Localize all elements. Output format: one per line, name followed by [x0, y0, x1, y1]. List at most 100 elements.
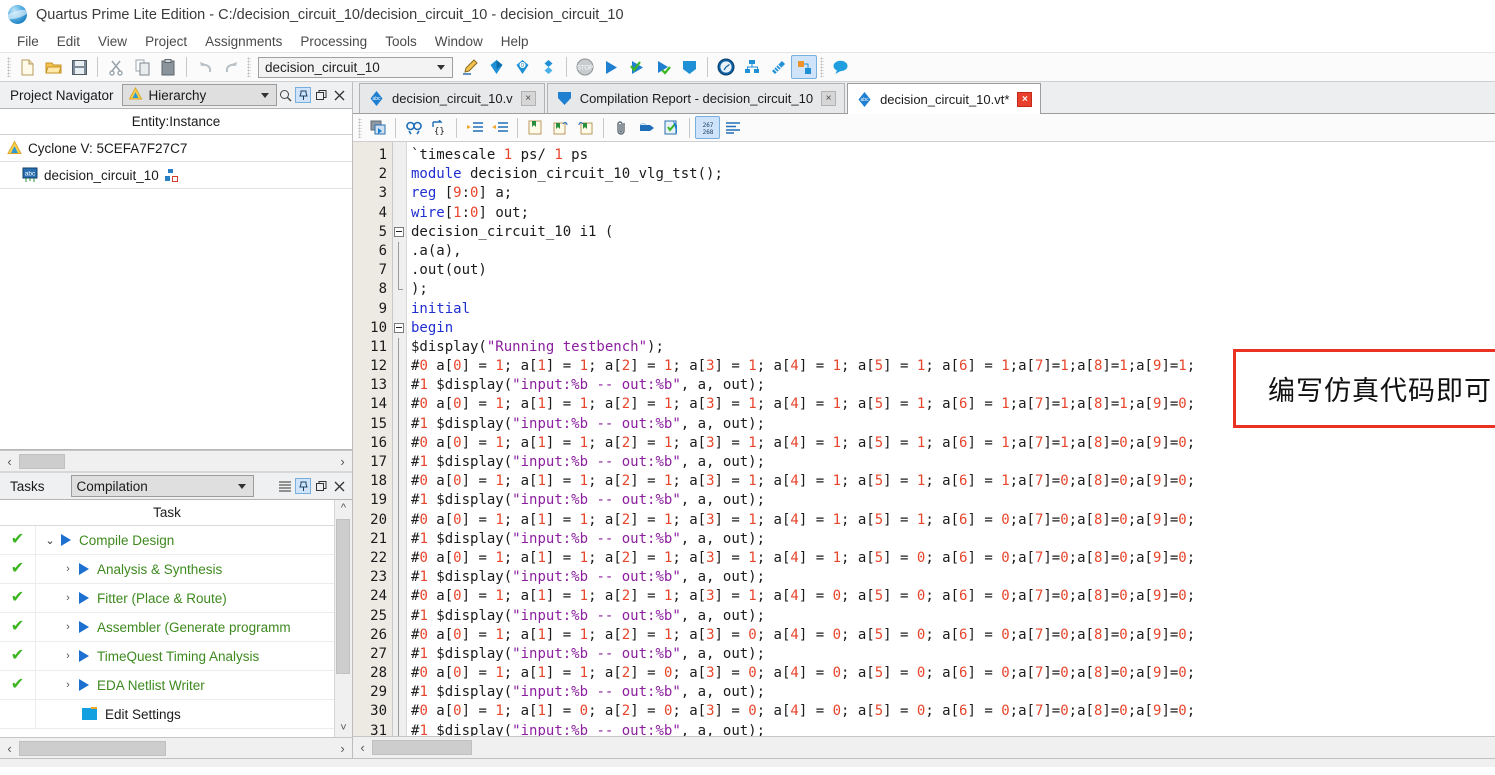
menu-item-tools[interactable]: Tools	[376, 32, 426, 51]
scroll-right-icon[interactable]: ›	[333, 454, 352, 469]
run-task-icon[interactable]	[79, 650, 89, 662]
run-task-icon[interactable]	[61, 534, 71, 546]
menu-item-window[interactable]: Window	[426, 32, 492, 51]
hierarchy-row-entity[interactable]: abc decision_circuit_10	[0, 162, 352, 189]
word-wrap-icon[interactable]	[720, 116, 745, 139]
help-bubble-icon[interactable]	[827, 55, 853, 79]
open-folder-icon[interactable]	[40, 55, 66, 79]
run-task-icon[interactable]	[79, 592, 89, 604]
task-row[interactable]: ✔ › Fitter (Place & Route)	[0, 584, 334, 613]
save-icon[interactable]	[66, 55, 92, 79]
scroll-right-icon[interactable]: ›	[333, 741, 352, 756]
find-icon[interactable]	[401, 116, 426, 139]
paste-icon[interactable]	[155, 55, 181, 79]
menu-item-assignments[interactable]: Assignments	[196, 32, 291, 51]
task-row[interactable]: ✔ › TimeQuest Timing Analysis	[0, 642, 334, 671]
chevron-right-icon[interactable]: ›	[60, 621, 76, 633]
list-icon[interactable]	[277, 478, 293, 494]
bookmark-next-icon[interactable]	[548, 116, 573, 139]
code-text-area[interactable]: `timescale 1 ps/ 1 ps module decision_ci…	[407, 142, 1495, 736]
fold-marker[interactable]	[393, 223, 406, 242]
hierarchy-view-combo[interactable]: Hierarchy	[121, 84, 277, 106]
project-revision-combo[interactable]: decision_circuit_10	[258, 56, 453, 78]
chevron-right-icon[interactable]: ›	[60, 679, 76, 691]
goto-brace-icon[interactable]: {}	[426, 116, 451, 139]
project-navigator-hscrollbar[interactable]: ‹ ›	[0, 450, 352, 471]
bookmark-prev-icon[interactable]	[573, 116, 598, 139]
fold-marker[interactable]	[393, 319, 406, 338]
pin-planner-icon[interactable]: 0	[509, 55, 535, 79]
restore-icon[interactable]	[313, 87, 329, 103]
tasks-vscrollbar[interactable]: ^ ˅	[334, 500, 352, 737]
tab-close-icon[interactable]: ×	[520, 91, 536, 106]
netlist-viewer-icon[interactable]	[535, 55, 561, 79]
programmer-icon[interactable]	[676, 55, 702, 79]
signal-tap-icon[interactable]	[765, 55, 791, 79]
tasks-hscrollbar[interactable]: ‹ ›	[0, 737, 352, 758]
task-flow-combo[interactable]: Compilation	[70, 475, 254, 497]
close-icon[interactable]	[331, 478, 347, 494]
hscroll-track[interactable]	[372, 739, 1495, 756]
hscroll-thumb[interactable]	[19, 740, 166, 756]
restore-icon[interactable]	[313, 478, 329, 494]
scroll-left-icon[interactable]: ‹	[353, 740, 372, 755]
task-row[interactable]: ✔ ⌄ Compile Design	[0, 526, 334, 555]
undo-icon[interactable]	[192, 55, 218, 79]
timing-analyzer-icon[interactable]	[713, 55, 739, 79]
code-editor[interactable]: 1 2 3 4 5 6 7 8 9 10 11 12 13 14 15 16 17 18 19 20 21 22 23 24 2…	[353, 142, 1495, 736]
code-folding-column[interactable]	[393, 142, 407, 736]
chevron-right-icon[interactable]: ›	[60, 650, 76, 662]
vscroll-track[interactable]	[335, 517, 352, 720]
run-task-icon[interactable]	[79, 563, 89, 575]
redo-icon[interactable]	[218, 55, 244, 79]
tab-close-icon[interactable]: ×	[1017, 91, 1033, 107]
chevron-down-icon[interactable]: ⌄	[42, 534, 58, 547]
task-row[interactable]: Edit Settings	[0, 700, 334, 729]
hscroll-thumb[interactable]	[19, 453, 65, 469]
settings-pencil-icon[interactable]	[457, 55, 483, 79]
cut-icon[interactable]	[103, 55, 129, 79]
task-row[interactable]: ✔ › Analysis & Synthesis	[0, 555, 334, 584]
start-compilation-icon[interactable]	[598, 55, 624, 79]
editor-tab-1[interactable]: Compilation Report - decision_circuit_10…	[546, 83, 846, 113]
chevron-right-icon[interactable]: ›	[60, 563, 76, 575]
menu-item-project[interactable]: Project	[136, 32, 196, 51]
uncomment-icon[interactable]	[659, 116, 684, 139]
scroll-up-icon[interactable]: ^	[341, 500, 346, 517]
task-row[interactable]: ✔ › Assembler (Generate programm	[0, 613, 334, 642]
copy-icon[interactable]	[129, 55, 155, 79]
scroll-left-icon[interactable]: ‹	[0, 741, 19, 756]
run-task-icon[interactable]	[79, 679, 89, 691]
chevron-right-icon[interactable]: ›	[60, 592, 76, 604]
hierarchy-row-device[interactable]: Cyclone V: 5CEFA7F27C7	[0, 135, 352, 162]
insert-template-icon[interactable]	[365, 116, 390, 139]
analysis-synthesis-icon[interactable]	[624, 55, 650, 79]
run-task-icon[interactable]	[79, 621, 89, 633]
line-numbers-icon[interactable]: 267 268	[695, 116, 720, 139]
menu-item-file[interactable]: File	[8, 32, 48, 51]
comment-icon[interactable]	[634, 116, 659, 139]
editor-hscrollbar[interactable]: ‹	[353, 736, 1495, 758]
hscroll-track[interactable]	[19, 739, 333, 757]
decrease-indent-icon[interactable]	[487, 116, 512, 139]
tab-close-icon[interactable]: ×	[821, 91, 837, 106]
start-compile-check-icon[interactable]	[650, 55, 676, 79]
stop-icon[interactable]: STOP	[572, 55, 598, 79]
editor-tab-2[interactable]: abc decision_circuit_10.vt* ×	[847, 83, 1042, 114]
menu-item-edit[interactable]: Edit	[48, 32, 89, 51]
hscroll-thumb[interactable]	[372, 740, 472, 755]
vscroll-thumb[interactable]	[336, 519, 350, 674]
menu-item-view[interactable]: View	[89, 32, 136, 51]
rtl-viewer-icon[interactable]	[791, 55, 817, 79]
editor-tab-0[interactable]: abc decision_circuit_10.v ×	[359, 83, 545, 113]
increase-indent-icon[interactable]	[462, 116, 487, 139]
bookmark-toggle-icon[interactable]	[523, 116, 548, 139]
task-row[interactable]: ✔ › EDA Netlist Writer	[0, 671, 334, 700]
scroll-left-icon[interactable]: ‹	[0, 454, 19, 469]
close-icon[interactable]	[331, 87, 347, 103]
new-file-icon[interactable]	[14, 55, 40, 79]
search-icon[interactable]	[277, 87, 293, 103]
assignment-editor-icon[interactable]	[483, 55, 509, 79]
hscroll-track[interactable]	[19, 452, 333, 470]
pin-icon[interactable]	[295, 87, 311, 103]
